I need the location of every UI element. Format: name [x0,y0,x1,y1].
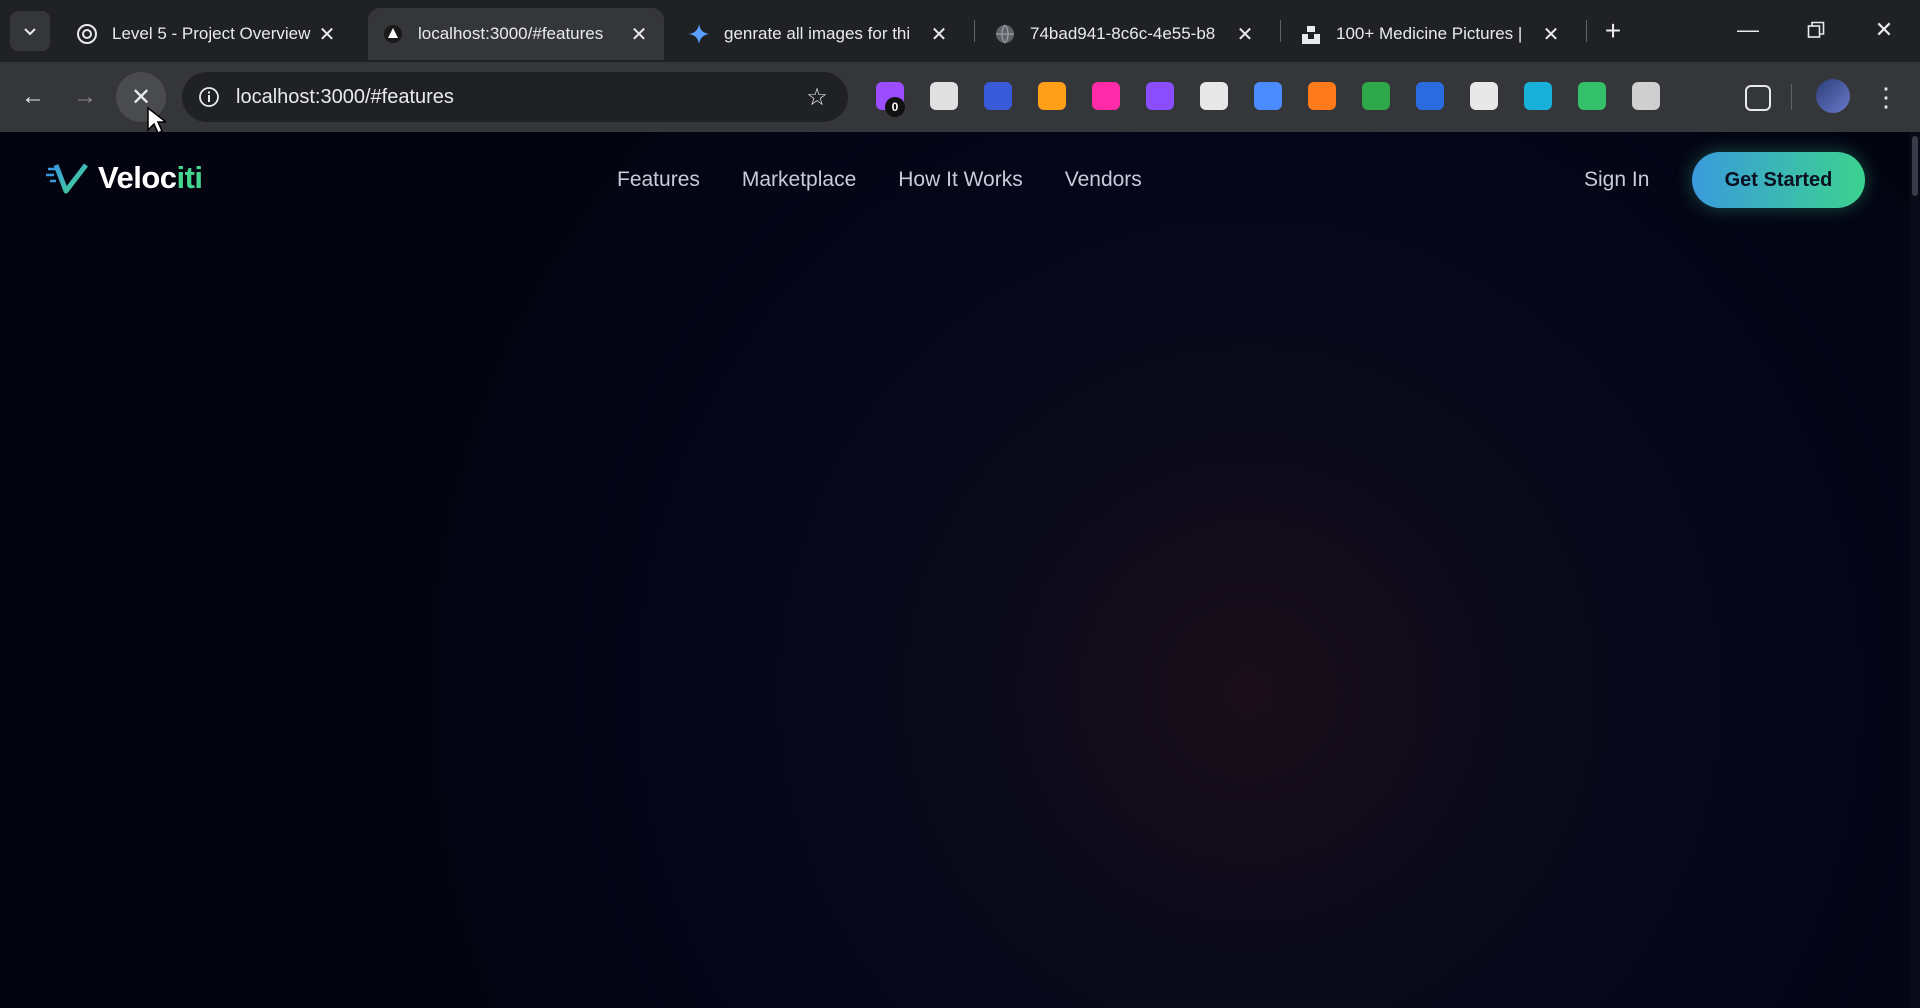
tab-search-button[interactable] [10,11,50,51]
tab-gemini[interactable]: genrate all images for thi ✕ [674,8,964,60]
nav-how-it-works[interactable]: How It Works [898,168,1022,192]
profile-avatar[interactable] [1816,79,1850,113]
tab-uuid[interactable]: 74bad941-8c6c-4e55-b8 ✕ [980,8,1270,60]
extension-icon[interactable] [930,82,958,110]
extension-icon[interactable] [1200,82,1228,110]
brand-name: Velociti [98,160,203,196]
website-viewport: Velociti Features Marketplace How It Wor… [0,132,1920,1008]
velociti-logo-icon [46,163,88,194]
page-scrollbar[interactable] [1910,132,1920,1008]
minimize-icon: — [1737,17,1759,42]
minimize-button[interactable]: — [1718,6,1778,54]
address-bar[interactable]: localhost:3000/#features ☆ [182,72,848,122]
scrollbar-thumb[interactable] [1912,136,1918,196]
openai-icon [76,23,98,45]
gemini-icon [688,23,710,45]
tab-medicine[interactable]: 100+ Medicine Pictures | ✕ [1286,8,1576,60]
app-icon [382,23,404,45]
tab-title: localhost:3000/#features [418,24,604,43]
nav-marketplace[interactable]: Marketplace [742,168,856,192]
globe-icon [994,23,1016,45]
tab-title: Level 5 - Project Overview [112,24,311,43]
extension-icon[interactable] [1524,82,1552,110]
site-nav: Features Marketplace How It Works Vendor… [617,168,1184,192]
brand-logo[interactable]: Velociti [46,160,203,196]
chevron-down-icon [24,28,36,36]
tab-title: genrate all images for thi [724,24,911,43]
close-icon[interactable]: ✕ [626,21,652,47]
close-icon[interactable]: ✕ [1232,21,1258,47]
extension-icon[interactable] [1092,82,1120,110]
close-icon[interactable]: ✕ [314,21,340,47]
close-icon: ✕ [1874,17,1894,42]
close-icon[interactable]: ✕ [926,21,952,47]
plus-icon: + [1604,15,1622,46]
toolbar-separator [1791,84,1792,110]
nav-features[interactable]: Features [617,168,700,192]
tab-localhost[interactable]: localhost:3000/#features ✕ [368,8,664,60]
nav-vendors[interactable]: Vendors [1065,168,1142,192]
tab-level5[interactable]: Level 5 - Project Overview ✕ [62,8,352,60]
close-icon[interactable]: ✕ [1538,21,1564,47]
info-icon[interactable] [194,82,224,112]
browser-toolbar: ← → ✕ localhost:3000/#features ☆ ⋮ [0,62,1920,132]
brand-name-main: Veloc [98,160,177,195]
bookmark-star-icon[interactable]: ☆ [802,82,832,112]
tab-separator [1586,20,1587,42]
url-text[interactable]: localhost:3000/#features [236,86,802,109]
extension-icon[interactable] [1470,82,1498,110]
tab-strip: Level 5 - Project Overview ✕ localhost:3… [0,0,1920,62]
browser-chrome: Level 5 - Project Overview ✕ localhost:3… [0,0,1920,132]
sign-in-link[interactable]: Sign In [1584,168,1649,192]
extension-icon[interactable] [1578,82,1606,110]
extension-icon[interactable] [1254,82,1282,110]
puzzle-extensions-icon[interactable] [1745,85,1771,111]
tab-title: 100+ Medicine Pictures | [1336,24,1523,43]
extension-icon[interactable] [1308,82,1336,110]
extension-icon[interactable] [1362,82,1390,110]
extension-icon[interactable] [984,82,1012,110]
back-button[interactable]: ← [8,72,58,122]
arrow-left-icon: ← [21,83,45,110]
extension-icon[interactable] [1038,82,1066,110]
new-tab-button[interactable]: + [1596,14,1630,48]
restore-icon [1807,21,1825,38]
extension-icon[interactable] [1632,82,1660,110]
extension-icon[interactable] [1416,82,1444,110]
close-window-button[interactable]: ✕ [1854,6,1914,54]
menu-kebab-icon[interactable]: ⋮ [1873,79,1899,115]
tab-separator [1280,20,1281,42]
get-started-button[interactable]: Get Started [1692,152,1865,208]
restore-button[interactable] [1786,6,1846,54]
brand-name-accent: iti [176,160,204,195]
forward-button[interactable]: → [60,72,110,122]
tab-title: 74bad941-8c6c-4e55-b8 [1030,24,1216,43]
unsplash-icon [1300,23,1322,45]
tab-separator [974,20,975,42]
extension-icon[interactable] [1146,82,1174,110]
extension-badge: 0 [885,97,905,117]
arrow-right-icon: → [73,83,97,110]
